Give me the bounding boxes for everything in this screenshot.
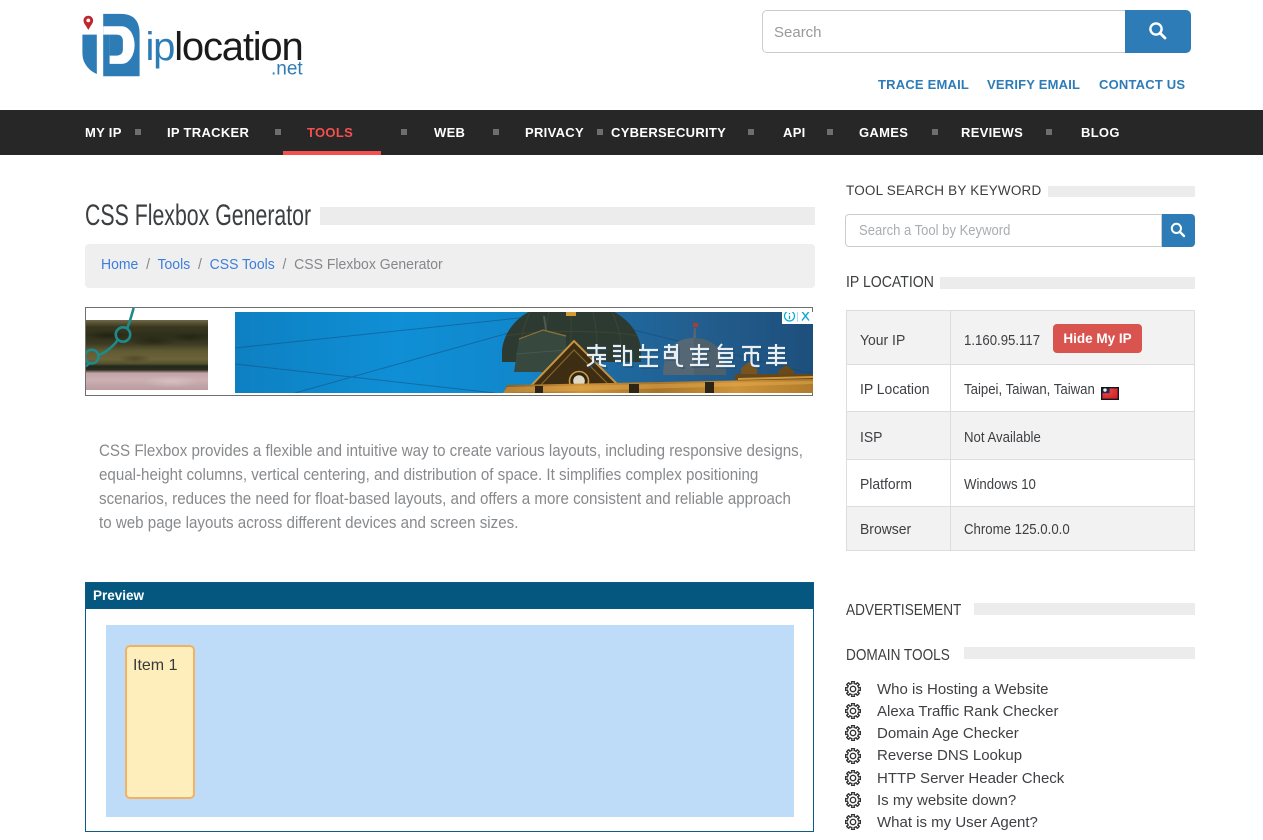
svg-text:.net: .net xyxy=(271,59,303,80)
